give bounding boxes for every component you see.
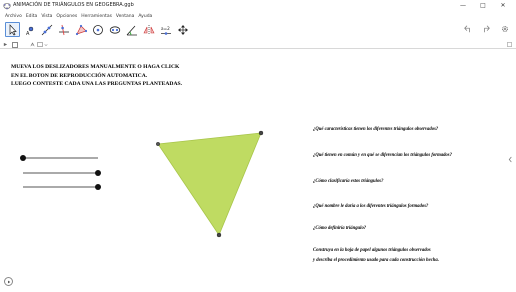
question-5: ¿Cómo definiría triángulo?: [313, 226, 367, 231]
line-icon: [41, 24, 52, 35]
undo-button[interactable]: [462, 24, 472, 34]
menu-vista[interactable]: Vista: [41, 14, 52, 19]
line-tool-button[interactable]: [39, 22, 54, 37]
minimize-button[interactable]: —: [456, 1, 470, 10]
animation-play-button[interactable]: [4, 277, 13, 286]
side-panel-handle[interactable]: [508, 156, 514, 164]
slider-icon: a=2: [160, 26, 171, 35]
reflect-tool-button[interactable]: [141, 22, 156, 37]
perpendicular-tool-button[interactable]: [56, 22, 71, 37]
menu-opciones[interactable]: Opciones: [56, 14, 77, 19]
menu-edita[interactable]: Edita: [26, 14, 37, 19]
angle-icon: [126, 25, 137, 35]
geogebra-app-icon: [3, 3, 11, 10]
label-style-dropdown[interactable]: [44, 41, 48, 48]
slider-tool-button[interactable]: a=2: [158, 22, 173, 37]
maximize-button[interactable]: □: [476, 1, 490, 10]
chevron-down-icon: [44, 43, 48, 46]
object-style-button[interactable]: [37, 41, 43, 48]
undo-icon: [464, 25, 470, 33]
final-task-line-2: y describa el procedimiento usado para c…: [313, 257, 439, 263]
polygon-tool-button[interactable]: [73, 22, 88, 37]
style-bar: [0, 40, 516, 49]
menu-archivo[interactable]: Archivo: [5, 14, 22, 19]
question-4: ¿Qué nombre le daría a los diferentes tr…: [313, 204, 429, 209]
menu-bar: Archivo Edita Vista Opciones Herramienta…: [0, 12, 516, 20]
ellipse-tool-button[interactable]: [107, 22, 122, 37]
instructions-text: MUEVA LOS DESLIZADORES MANUALMENTE O HAG…: [11, 63, 182, 89]
polygon-icon: [75, 24, 87, 35]
cursor-arrow-icon: [9, 23, 17, 35]
style-bar-toggle[interactable]: [3, 41, 8, 48]
ellipse-icon: [109, 25, 120, 34]
play-icon: [7, 280, 10, 283]
close-button[interactable]: ✕: [496, 1, 510, 10]
menu-ventana[interactable]: Ventana: [116, 14, 134, 19]
gear-icon: [502, 26, 508, 32]
instruction-line-1: MUEVA LOS DESLIZADORES MANUALMENTE O HAG…: [11, 64, 180, 70]
question-3: ¿Cómo clasificaría estos triángulos?: [313, 179, 384, 184]
point-tool-button[interactable]: A: [22, 22, 37, 37]
redo-button[interactable]: [482, 24, 492, 34]
color-swatch-box: [12, 41, 18, 48]
redo-icon: [484, 25, 490, 33]
move-view-tool-button[interactable]: [175, 22, 190, 37]
question-1: ¿Qué características tienen los diferent…: [313, 127, 439, 132]
svg-text:A: A: [26, 31, 30, 36]
circle-tool-button[interactable]: [90, 22, 105, 37]
color-swatch[interactable]: [12, 41, 18, 48]
instruction-line-3: LUEGO CONTESTE CADA UNA LAS PREGUNTAS PL…: [11, 81, 183, 88]
slider-tool-label: a=2: [161, 26, 170, 31]
final-task-line-1: Construya en la hoja de papel algunos tr…: [313, 248, 431, 253]
view-menu-button[interactable]: [507, 41, 512, 48]
point-icon: A: [26, 26, 33, 36]
question-2: ¿Qué tienen en común y en qué se diferen…: [313, 153, 452, 158]
reflect-icon: [143, 24, 154, 35]
view-menu-icon: [507, 42, 512, 47]
perpendicular-icon: [58, 24, 69, 35]
circle-icon: [92, 24, 103, 35]
final-task-text: Construya en la hoja de papel algunos tr…: [313, 246, 439, 265]
settings-button[interactable]: [500, 24, 510, 34]
instruction-line-2: EN EL BOTON DE REPRODUCCIÓN AUTOMATICA.: [11, 72, 148, 79]
window-title: ANIMACIÓN DE TRIÁNGULOS EN GEOGEBRA.ggb: [13, 2, 134, 8]
tool-bar: A a=2: [0, 20, 516, 40]
font-icon: [30, 42, 35, 47]
menu-ayuda[interactable]: Ayuda: [138, 14, 152, 19]
move-tool-button[interactable]: [5, 22, 20, 37]
move-view-icon: [177, 24, 188, 35]
triangle-right-icon: [3, 42, 8, 47]
text-style-button[interactable]: [30, 41, 35, 48]
angle-tool-button[interactable]: [124, 22, 139, 37]
title-bar: ANIMACIÓN DE TRIÁNGULOS EN GEOGEBRA.ggb …: [0, 0, 516, 12]
chevron-left-icon: [508, 156, 512, 163]
frame-icon: [37, 42, 43, 47]
menu-herramientas[interactable]: Herramientas: [81, 14, 112, 19]
